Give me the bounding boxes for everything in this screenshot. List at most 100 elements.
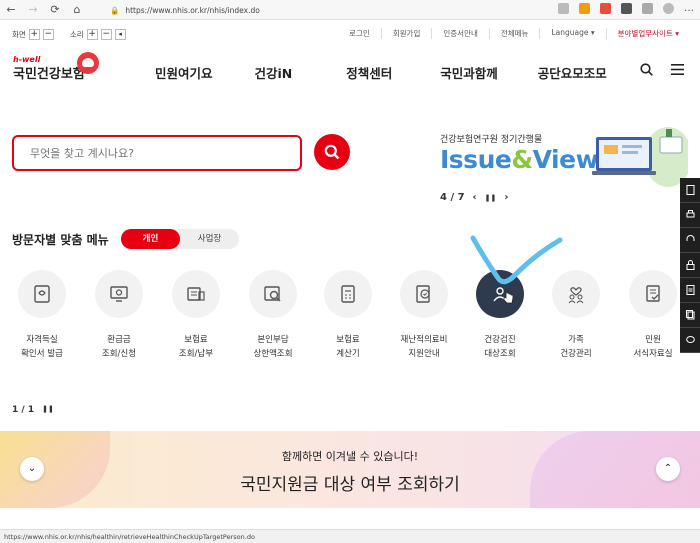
promo-pager: 4 / 7 ‹ ❚❚ › (440, 192, 509, 203)
search-icon[interactable] (640, 63, 653, 76)
menu-item-label: 보험료 조회/납부 (178, 335, 214, 359)
promo-pause-button[interactable]: ❚❚ (485, 194, 497, 202)
favorite-icon[interactable] (558, 3, 569, 14)
site-header: h-well 국민건강보험 민원여기요 건강iN 정책센터 국민과함께 공단요모… (0, 50, 700, 94)
menu-item-label: 민원 서식자료실 (633, 335, 673, 359)
banner-title: 국민지원금 대상 여부 조회하기 (240, 475, 460, 495)
menu-item-copay-limit[interactable]: 본인부담 상한액조회 (238, 270, 308, 361)
login-link[interactable]: 로그인 (338, 28, 381, 39)
url-text: https://www.nhis.or.kr/nhis/index.do (125, 5, 260, 15)
extension-icon[interactable] (600, 3, 611, 14)
main-nav: 민원여기요 건강iN 정책센터 국민과함께 공단요모조모 (155, 63, 607, 82)
receipt-icon (172, 270, 220, 318)
visitor-type-toggle: 개인 사업장 (121, 229, 239, 249)
promo-page-count: 4 / 7 (440, 192, 465, 203)
support-document-icon (400, 270, 448, 318)
quick-document-icon[interactable] (680, 178, 700, 203)
extension-icon[interactable] (621, 3, 632, 14)
back-icon[interactable]: ← (0, 3, 22, 16)
language-select[interactable]: Language ▾ (539, 28, 605, 39)
zoom-in-button[interactable]: + (28, 28, 40, 40)
menu-pager: 1 / 1 ❚❚ (12, 405, 54, 415)
laptop-illustration (592, 127, 688, 187)
calculator-icon (324, 270, 372, 318)
profile-icon[interactable] (663, 3, 674, 14)
menu-item-calculator[interactable]: 보험료 계산기 (313, 270, 383, 361)
quick-lock-icon[interactable] (680, 253, 700, 278)
utility-bar: 화면 + − 소리 + − ◂ 로그인 회원가입 인증서안내 전체메뉴 Lang… (0, 24, 700, 44)
menu-item-label: 본인부담 상한액조회 (253, 335, 293, 359)
menu-pause-button[interactable]: ❚❚ (42, 405, 54, 415)
document-heart-icon (18, 270, 66, 318)
menu-page-count: 1 / 1 (12, 405, 35, 415)
quick-headset-icon[interactable] (680, 228, 700, 253)
screen-label: 화면 (12, 29, 26, 39)
banner-subtitle: 함께하면 이겨낼 수 있습니다! (281, 450, 419, 463)
collections-icon[interactable] (642, 3, 653, 14)
related-sites-select[interactable]: 분야별업무사이트 ▾ (605, 28, 690, 39)
site-logo[interactable]: h-well 국민건강보험 (13, 55, 85, 82)
scroll-top-button[interactable]: ⌃ (656, 457, 680, 481)
address-bar[interactable]: 🔒 https://www.nhis.or.kr/nhis/index.do (110, 2, 475, 18)
quick-print-icon[interactable] (680, 203, 700, 228)
nav-policy-center[interactable]: 정책센터 (346, 63, 392, 82)
promo-prev-button[interactable]: ‹ (473, 192, 477, 203)
menu-item-label: 환급금 조회/신청 (101, 335, 137, 359)
document-check-icon (629, 270, 677, 318)
logo-mark-icon (77, 52, 99, 74)
quick-copy-icon[interactable] (680, 303, 700, 328)
menu-item-label: 보험료 계산기 (336, 335, 360, 359)
menu-item-label: 건강검진 대상조회 (484, 335, 516, 359)
banner-expand-button[interactable]: ⌄ (20, 457, 44, 481)
promo-subtitle: 건강보험연구원 정기간행물 (440, 135, 543, 145)
hand-cursor-icon (503, 290, 514, 304)
home-icon[interactable]: ⌂ (66, 3, 88, 16)
certificate-link[interactable]: 인증서안내 (431, 28, 489, 39)
nav-with-citizens[interactable]: 국민과함께 (440, 63, 498, 82)
quick-list-icon[interactable] (680, 278, 700, 303)
sitemap-link[interactable]: 전체메뉴 (488, 28, 540, 39)
nav-civil-service[interactable]: 민원여기요 (155, 63, 213, 82)
search-button[interactable] (314, 134, 350, 170)
browser-extension-icons: … (558, 3, 694, 14)
reload-icon[interactable]: ⟳ (44, 3, 66, 16)
forward-icon[interactable]: → (22, 3, 44, 16)
nav-about[interactable]: 공단요모조모 (538, 63, 607, 82)
browser-status-bar: https://www.nhis.or.kr/nhis/healthin/ret… (0, 529, 700, 543)
extension-icon[interactable] (579, 3, 590, 14)
logo-ko: 국민건강보험 (13, 67, 85, 82)
promo-next-button[interactable]: › (504, 192, 508, 203)
menu-item-premium[interactable]: 보험료 조회/납부 (161, 270, 231, 361)
signup-link[interactable]: 회원가입 (380, 28, 432, 39)
quick-chat-icon[interactable] (680, 328, 700, 353)
search-input[interactable] (14, 137, 300, 169)
more-icon[interactable]: … (684, 3, 694, 14)
search-heart-icon (249, 270, 297, 318)
toggle-personal[interactable]: 개인 (121, 229, 180, 249)
promo-title[interactable]: Issue&View (440, 145, 599, 174)
annotation-checkmark (470, 235, 563, 285)
top-links: 로그인 회원가입 인증서안내 전체메뉴 Language ▾ 분야별업무사이트 … (338, 28, 690, 39)
menu-icon[interactable] (671, 64, 684, 75)
menu-item-label: 자격득실 확인서 발급 (21, 335, 63, 359)
menu-item-refund[interactable]: 환급금 조회/신청 (84, 270, 154, 361)
speaker-icon[interactable]: ◂ (114, 28, 126, 40)
menu-item-qualification[interactable]: 자격득실 확인서 발급 (7, 270, 77, 361)
volume-up-button[interactable]: + (86, 28, 98, 40)
promo-banner[interactable]: 함께하면 이겨낼 수 있습니다! 국민지원금 대상 여부 조회하기 ⌄ ⌃ (0, 431, 700, 508)
monitor-won-icon (95, 270, 143, 318)
sound-label: 소리 (69, 29, 84, 39)
nav-health-in[interactable]: 건강iN (255, 63, 293, 82)
toggle-business[interactable]: 사업장 (180, 229, 239, 249)
search-icon (324, 144, 340, 160)
custom-menu-title: 방문자별 맞춤 메뉴 (12, 233, 109, 247)
menu-item-forms[interactable]: 민원 서식자료실 (618, 270, 688, 361)
main-search (12, 135, 302, 171)
volume-down-button[interactable]: − (100, 28, 112, 40)
menu-item-label: 재난적의료비 지원안내 (400, 335, 448, 359)
menu-item-catastrophic[interactable]: 재난적의료비 지원안내 (389, 270, 459, 361)
zoom-out-button[interactable]: − (42, 28, 54, 40)
screen-zoom: 화면 + − (12, 28, 54, 40)
promo-title-amp: & (511, 145, 533, 174)
header-icons (640, 63, 684, 76)
